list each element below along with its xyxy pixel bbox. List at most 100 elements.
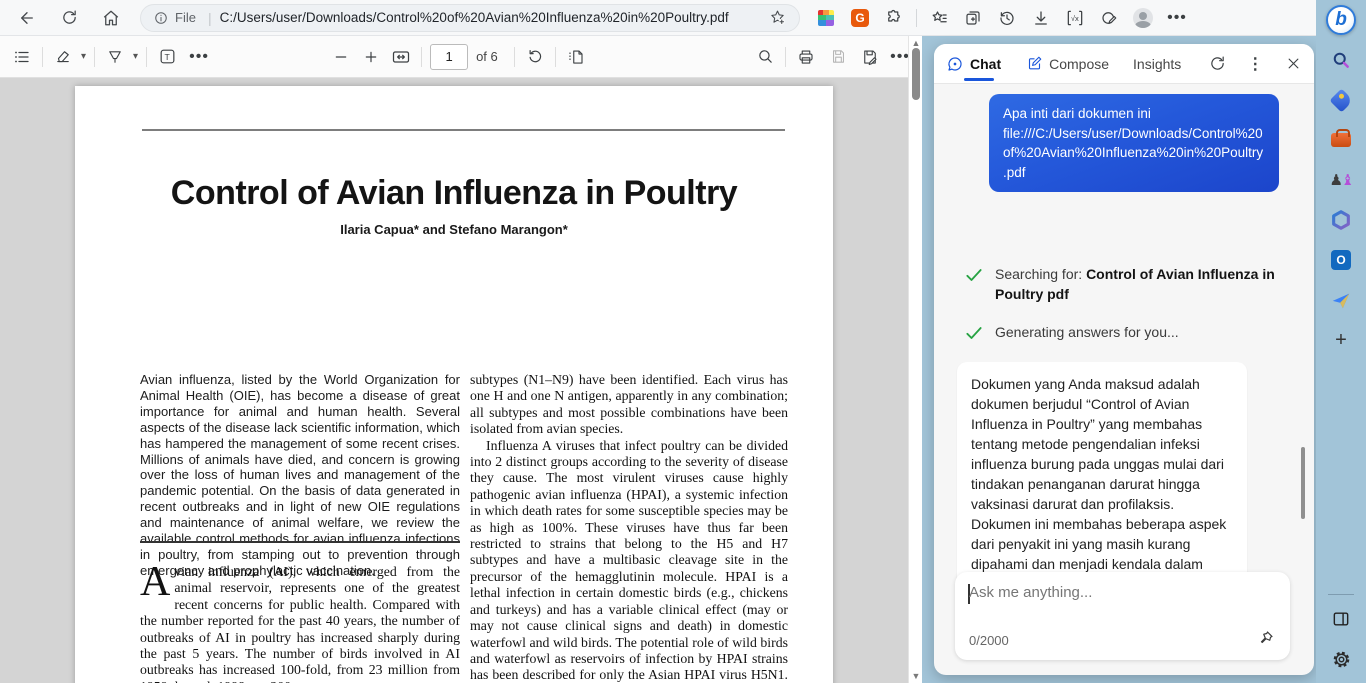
history-icon[interactable] <box>995 6 1019 30</box>
panel-more-icon[interactable]: ⋮ <box>1243 52 1267 76</box>
page-number-input[interactable]: 1 <box>430 44 468 70</box>
split-screen-icon[interactable] <box>1325 603 1357 635</box>
add-text-icon[interactable]: T <box>155 45 179 69</box>
status-searching: Searching for: Control of Avian Influenz… <box>963 264 1275 304</box>
chat-scrollbar-thumb[interactable] <box>1301 447 1305 519</box>
sidebar-outlook-icon[interactable]: O <box>1325 244 1357 276</box>
info-icon[interactable] <box>153 10 169 26</box>
extension-icons: G √x ••• <box>814 6 1189 30</box>
file-scheme-label: File <box>175 10 196 25</box>
pdf-toolbar: ▾ ▾ T ••• <box>0 36 922 78</box>
status-generating: Generating answers for you... <box>963 322 1179 344</box>
body-left-text: vian influenza (AI), which emerged from … <box>140 564 460 683</box>
search-document-icon[interactable] <box>753 45 777 69</box>
svg-text:√x: √x <box>1071 13 1079 22</box>
character-counter: 0/2000 <box>969 633 1009 648</box>
print-icon[interactable] <box>794 45 818 69</box>
home-button[interactable] <box>94 4 128 32</box>
g-extension-icon[interactable]: G <box>848 6 872 30</box>
close-panel-icon[interactable] <box>1281 52 1305 76</box>
tab-compose-label: Compose <box>1049 56 1109 72</box>
collections-icon[interactable] <box>961 6 985 30</box>
svg-text:T: T <box>164 52 170 62</box>
highlighter-icon[interactable] <box>51 45 75 69</box>
address-divider: | <box>208 10 212 26</box>
fit-to-width-icon[interactable] <box>389 45 413 69</box>
page-count-label: of 6 <box>476 49 498 64</box>
sidebar-games-icon[interactable]: ♟♝ <box>1325 164 1357 196</box>
address-url[interactable]: C:/Users/user/Downloads/Control%20of%20A… <box>220 10 765 25</box>
assistant-response-card: Dokumen yang Anda maksud adalah dokumen … <box>957 362 1247 598</box>
toolbar-divider <box>916 9 917 27</box>
refresh-button[interactable] <box>52 4 86 32</box>
scroll-down-arrow[interactable]: ▼ <box>911 671 921 681</box>
drop-cap: A <box>140 564 174 599</box>
copilot-bing-icon[interactable]: b <box>1325 4 1357 36</box>
chat-input-card[interactable]: 0/2000 <box>955 572 1290 660</box>
sidebar-drop-icon[interactable] <box>1325 284 1357 316</box>
right-paragraph-2: Influenza A viruses that infect poultry … <box>470 438 788 683</box>
address-bar[interactable]: File | C:/Users/user/Downloads/Control%2… <box>140 4 800 32</box>
page-view-icon[interactable] <box>564 45 588 69</box>
favorites-icon[interactable] <box>927 6 951 30</box>
check-icon <box>963 322 985 344</box>
web-capture-icon[interactable] <box>1097 6 1121 30</box>
draw-pen-icon[interactable] <box>103 45 127 69</box>
draw-dropdown-chevron[interactable]: ▾ <box>133 51 138 62</box>
check-icon <box>963 264 985 286</box>
header-rule <box>142 129 785 131</box>
pdf-page: Control of Avian Influenza in Poultry Il… <box>75 86 833 683</box>
refresh-chat-icon[interactable] <box>1205 52 1229 76</box>
abstract-rule <box>140 541 460 543</box>
extensions-puzzle-icon[interactable] <box>882 6 906 30</box>
tab-insights[interactable]: Insights <box>1133 44 1181 84</box>
tab-insights-label: Insights <box>1133 56 1181 72</box>
annotation-more-icon[interactable]: ••• <box>187 45 211 69</box>
body-column-left: Avian influenza (AI), which emerged from… <box>140 564 460 683</box>
sidebar-m365-icon[interactable] <box>1325 204 1357 236</box>
math-solver-icon[interactable]: √x <box>1063 6 1087 30</box>
compose-icon <box>1025 55 1043 73</box>
status-searching-prefix: Searching for: <box>995 266 1086 282</box>
sidebar-settings-gear-icon[interactable] <box>1325 643 1357 675</box>
edge-sidebar-rail: b ♟♝ O + <box>1316 0 1366 683</box>
status-generating-text: Generating answers for you... <box>995 322 1179 344</box>
settings-more-icon[interactable]: ••• <box>1165 6 1189 30</box>
body-column-right: subtypes (N1–N9) have been identified. E… <box>470 372 788 683</box>
downloads-icon[interactable] <box>1029 6 1053 30</box>
chat-body: Apa inti dari dokumen ini file:///C:/Use… <box>934 84 1314 675</box>
tab-compose[interactable]: Compose <box>1025 44 1109 84</box>
profile-avatar[interactable] <box>1131 6 1155 30</box>
scroll-up-arrow[interactable]: ▲ <box>911 38 921 48</box>
ask-input[interactable] <box>969 584 1269 601</box>
tab-chat-label: Chat <box>970 56 1001 72</box>
pdf-scrollbar-thumb[interactable] <box>912 48 920 100</box>
add-favorite-icon[interactable] <box>765 6 789 30</box>
chat-icon <box>946 55 964 73</box>
zoom-in-icon[interactable] <box>359 45 383 69</box>
highlighter-dropdown-chevron[interactable]: ▾ <box>81 51 86 62</box>
pdf-viewer: ▾ ▾ T ••• <box>0 36 922 683</box>
back-button[interactable] <box>10 4 44 32</box>
right-paragraph-1: subtypes (N1–N9) have been identified. E… <box>470 372 788 438</box>
customize-sidebar-plus-icon[interactable]: + <box>1325 324 1357 356</box>
palette-extension-icon[interactable] <box>814 6 838 30</box>
rotate-icon[interactable] <box>523 45 547 69</box>
zoom-out-icon[interactable] <box>329 45 353 69</box>
user-message-bubble: Apa inti dari dokumen ini file:///C:/Use… <box>989 94 1279 192</box>
tab-chat[interactable]: Chat <box>946 44 1001 84</box>
save-as-icon[interactable] <box>858 45 882 69</box>
sidebar-search-icon[interactable] <box>1325 44 1357 76</box>
sidebar-tools-icon[interactable] <box>1325 124 1357 156</box>
table-of-contents-icon[interactable] <box>10 45 34 69</box>
document-title: Control of Avian Influenza in Poultry <box>75 174 833 213</box>
sidebar-shopping-icon[interactable] <box>1325 84 1357 116</box>
copilot-panel: Chat Compose Insights ⋮ <box>934 44 1314 675</box>
browser-window: File | C:/Users/user/Downloads/Control%2… <box>0 0 1366 683</box>
abstract-paragraph: Avian influenza, listed by the World Org… <box>140 372 460 579</box>
pin-icon[interactable] <box>1254 626 1278 650</box>
save-icon-disabled <box>826 45 850 69</box>
rail-divider <box>1328 594 1354 595</box>
pdf-scrollbar[interactable]: ▲ ▼ <box>908 36 922 683</box>
copilot-header: Chat Compose Insights ⋮ <box>934 44 1314 84</box>
